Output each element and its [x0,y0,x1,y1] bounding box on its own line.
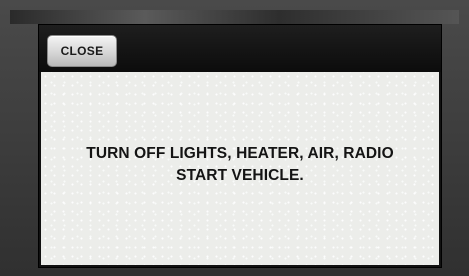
dialog-body: TURN OFF LIGHTS, HEATER, AIR, RADIO STAR… [41,72,439,265]
message-line-2: START VEHICLE. [176,166,304,184]
close-button[interactable]: CLOSE [47,35,117,67]
display-screen: CLOSE TURN OFF LIGHTS, HEATER, AIR, RADI… [0,0,469,276]
message-line-1: TURN OFF LIGHTS, HEATER, AIR, RADIO [86,144,394,162]
dialog-message: TURN OFF LIGHTS, HEATER, AIR, RADIO STAR… [86,143,393,187]
message-dialog: CLOSE TURN OFF LIGHTS, HEATER, AIR, RADI… [38,24,442,268]
background-strip [10,10,459,24]
dialog-header: CLOSE [39,25,441,72]
